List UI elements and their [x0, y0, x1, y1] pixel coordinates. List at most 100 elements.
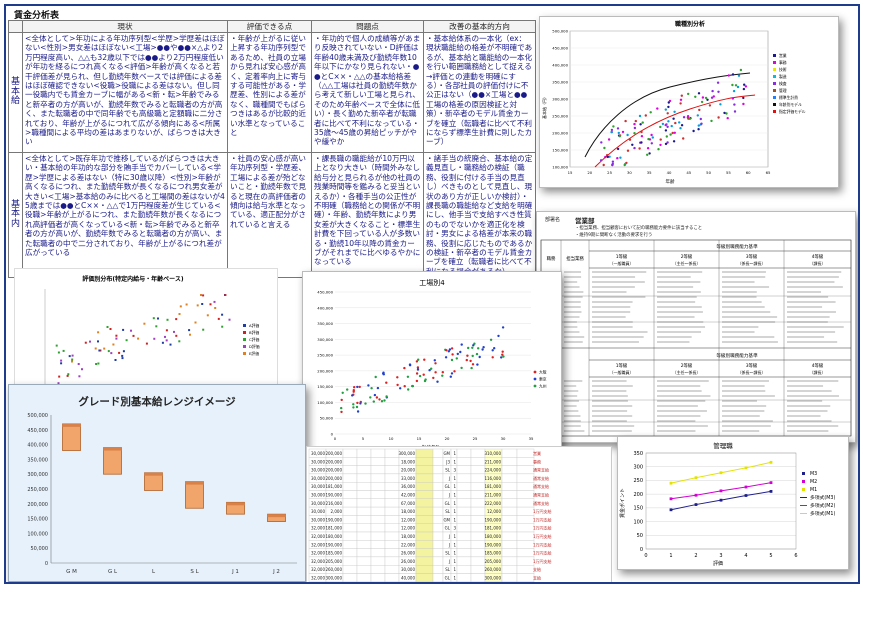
- data-point: [742, 87, 746, 91]
- sheet-cell-text: GL: [445, 484, 451, 489]
- data-point: [352, 403, 355, 406]
- sheet-cell-text: 1万円支給: [533, 558, 552, 564]
- data-point: [152, 317, 155, 320]
- data-point: [628, 138, 632, 141]
- legend-swatch: [243, 324, 246, 327]
- data-point: [403, 385, 406, 388]
- data-point: [396, 383, 399, 387]
- data-point: [666, 112, 669, 115]
- grade-header: 3等級: [746, 253, 758, 260]
- data-point: [137, 337, 140, 340]
- sheet-cell: [432, 540, 444, 549]
- sheet-cell-text: 12,000: [487, 509, 501, 514]
- data-point: [459, 350, 462, 354]
- data-point: [701, 96, 705, 99]
- sheet-cell: [432, 465, 444, 475]
- sheet-cell: [342, 556, 358, 566]
- sheet-cell-text: GM: [443, 451, 450, 456]
- data-point: [110, 352, 113, 355]
- sheet-cell: [384, 498, 400, 508]
- data-point: [60, 359, 63, 362]
- legend-swatch: [802, 472, 805, 475]
- sheet-cell: [342, 506, 358, 516]
- sheet-cell-text: SL: [445, 551, 451, 556]
- table-row: 基本内 <全体として>既存年功で推移しているがばらつきは大きい・基本給の年功的な…: [8, 151, 536, 279]
- data-point: [432, 376, 435, 380]
- col-header: 現状: [22, 20, 228, 33]
- data-point: [710, 96, 714, 99]
- data-point: [667, 105, 670, 109]
- data-point: [340, 398, 343, 402]
- data-point: [66, 374, 69, 377]
- sheet-cell-text: 30,000: [311, 509, 325, 514]
- data-point: [734, 84, 738, 87]
- data-point: [418, 374, 422, 378]
- data-point: [656, 107, 659, 110]
- data-point: [670, 124, 673, 128]
- sheet-cell-text: 211,000: [484, 459, 501, 464]
- spreadsheet: 30,000 200,000 300,000 GM 1 310,000 営業30,000 20…: [308, 448, 552, 582]
- data-point: [189, 333, 191, 336]
- data-point: [680, 94, 683, 97]
- legend-label: 年齢別モデル: [779, 102, 802, 107]
- x-tick-label: S L: [190, 569, 199, 575]
- data-point: [716, 81, 720, 84]
- sheet-cell-text: 18,000: [401, 459, 415, 464]
- data-point: [122, 328, 125, 331]
- data-point: [407, 388, 410, 391]
- data-point: [719, 489, 723, 493]
- eval-chart: 評価別分布(特定内給与・年齢ベース) A評価 B評価 C評価 D評価 E評価: [44, 275, 260, 388]
- data-point: [476, 363, 479, 366]
- sheet-cell-text: 36,000: [401, 484, 415, 489]
- data-point: [661, 122, 665, 126]
- grade-sheet-grid: 等級別職務能力基準等級別職務能力基準1等級（一般職員）1等級（一般職員）2等級（…: [540, 239, 852, 437]
- data-point: [600, 141, 603, 144]
- legend-label: 多項式(M3): [810, 494, 835, 501]
- sheet-cell-text: 1万円支給: [533, 541, 552, 547]
- sheet-cell: [470, 531, 486, 541]
- legend-label: B評価: [249, 330, 259, 335]
- data-point: [501, 350, 504, 353]
- data-point: [356, 410, 360, 413]
- sheet-cell: [456, 531, 472, 541]
- sheet-cell: [456, 573, 472, 582]
- data-point: [77, 363, 80, 365]
- legend-swatch: [773, 75, 776, 78]
- data-point: [482, 346, 485, 349]
- data-point: [369, 396, 372, 399]
- sheet-cell: [516, 564, 535, 574]
- sheet-cell-text: GL: [445, 501, 451, 506]
- sheet-cell-text: 260,000: [484, 567, 501, 572]
- y-tick-label: 400,000: [552, 63, 568, 68]
- sheet-cell: [356, 531, 372, 541]
- data-point: [669, 481, 673, 485]
- data-point: [659, 138, 662, 141]
- data-point: [202, 328, 205, 331]
- data-point: [166, 318, 169, 321]
- sheet-cell-text: 1万円支給: [533, 508, 552, 514]
- data-point: [680, 124, 684, 127]
- sheet-cell-text: 211,000: [484, 493, 501, 498]
- y-tick-label: 150,000: [317, 384, 333, 389]
- data-point: [130, 329, 132, 332]
- data-point: [472, 344, 475, 347]
- data-point: [669, 508, 673, 512]
- grade-sub: （係長〜課長）: [738, 369, 766, 375]
- sheet-cell: [501, 506, 518, 516]
- data-point: [441, 374, 444, 377]
- data-point: [696, 114, 699, 117]
- grade-sub: （係長〜課長）: [738, 260, 766, 266]
- data-point: [206, 314, 209, 317]
- x-tick-label: 25: [607, 170, 612, 175]
- sheet-cell-text: 300,000: [325, 576, 342, 581]
- grade-sub: （主任〜係長）: [673, 260, 701, 266]
- sheet-cell: [342, 540, 358, 549]
- sheet-cell: [432, 506, 444, 516]
- data-point: [733, 110, 737, 113]
- data-point: [95, 363, 98, 365]
- y-tick-label: 100,000: [552, 165, 568, 170]
- sheet-cell: [516, 482, 535, 491]
- data-point: [611, 160, 615, 163]
- data-point: [491, 356, 494, 359]
- sheet-cell: [470, 548, 486, 558]
